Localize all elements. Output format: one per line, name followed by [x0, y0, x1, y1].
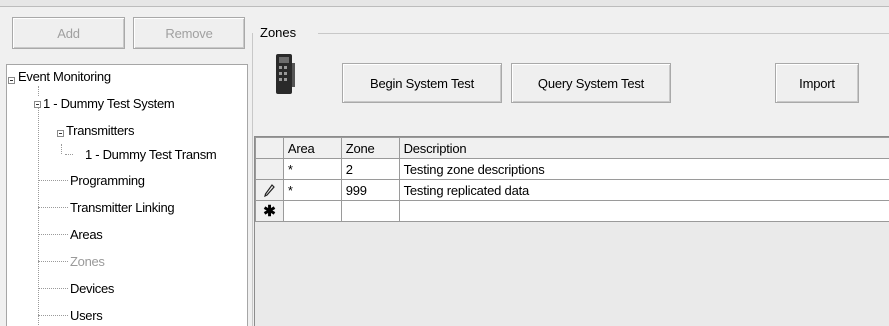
new-row-icon: ✱	[263, 203, 276, 220]
title-bar-strip	[0, 0, 889, 7]
cell-description[interactable]: Testing zone descriptions	[398, 158, 889, 180]
tree-item-zones[interactable]: Zones	[70, 254, 105, 269]
device-keypad-icon	[276, 54, 295, 94]
table-row[interactable]: * 999 Testing replicated data	[255, 179, 889, 201]
table-row-new[interactable]: ✱	[255, 200, 889, 222]
tree-item-event-monitoring[interactable]: Event Monitoring	[18, 69, 111, 84]
column-header-area[interactable]: Area	[282, 137, 342, 159]
begin-system-test-button[interactable]: Begin System Test	[342, 63, 502, 103]
row-header[interactable]: ✱	[255, 200, 284, 222]
pencil-icon	[264, 183, 276, 197]
tree-item-devices[interactable]: Devices	[70, 281, 114, 296]
collapse-icon[interactable]	[8, 77, 15, 84]
tree-item-transmitters[interactable]: Transmitters	[66, 123, 134, 138]
cell-area[interactable]	[282, 200, 342, 222]
cell-zone[interactable]	[340, 200, 400, 222]
collapse-icon[interactable]	[57, 130, 64, 137]
tree-item-dummy-test-transmitter[interactable]: 1 - Dummy Test Transm	[85, 147, 217, 162]
group-border	[252, 33, 253, 326]
tree-item-users[interactable]: Users	[70, 308, 103, 323]
tree-item-programming[interactable]: Programming	[70, 173, 145, 188]
row-header-corner	[255, 137, 284, 159]
column-header-description[interactable]: Description	[398, 137, 889, 159]
application-window: Add Remove Event Monitoring 1 - Dummy Te…	[0, 0, 889, 326]
collapse-icon[interactable]	[34, 101, 41, 108]
grid-header-row: Area Zone Description	[255, 137, 889, 159]
zones-group-title: Zones	[260, 25, 303, 40]
table-row[interactable]: * 2 Testing zone descriptions	[255, 158, 889, 180]
tree-item-transmitter-linking[interactable]: Transmitter Linking	[70, 200, 175, 215]
tree-item-areas[interactable]: Areas	[70, 227, 103, 242]
cell-zone[interactable]: 999	[340, 179, 400, 201]
cell-description[interactable]	[398, 200, 889, 222]
query-system-test-button[interactable]: Query System Test	[511, 63, 671, 103]
tree-item-dummy-test-system[interactable]: 1 - Dummy Test System	[43, 96, 175, 111]
cell-area[interactable]: *	[282, 179, 342, 201]
navigation-tree[interactable]: Event Monitoring 1 - Dummy Test System T…	[6, 64, 248, 326]
remove-button[interactable]: Remove	[133, 17, 245, 49]
row-header[interactable]	[255, 158, 284, 180]
row-header[interactable]	[255, 179, 284, 201]
cell-zone[interactable]: 2	[340, 158, 400, 180]
column-header-zone[interactable]: Zone	[340, 137, 400, 159]
cell-description[interactable]: Testing replicated data	[398, 179, 889, 201]
cell-area[interactable]: *	[282, 158, 342, 180]
import-button[interactable]: Import	[775, 63, 859, 103]
add-button[interactable]: Add	[12, 17, 125, 49]
zones-data-grid[interactable]: Area Zone Description * 2 Testing zone d…	[254, 136, 889, 326]
group-border	[318, 33, 889, 34]
